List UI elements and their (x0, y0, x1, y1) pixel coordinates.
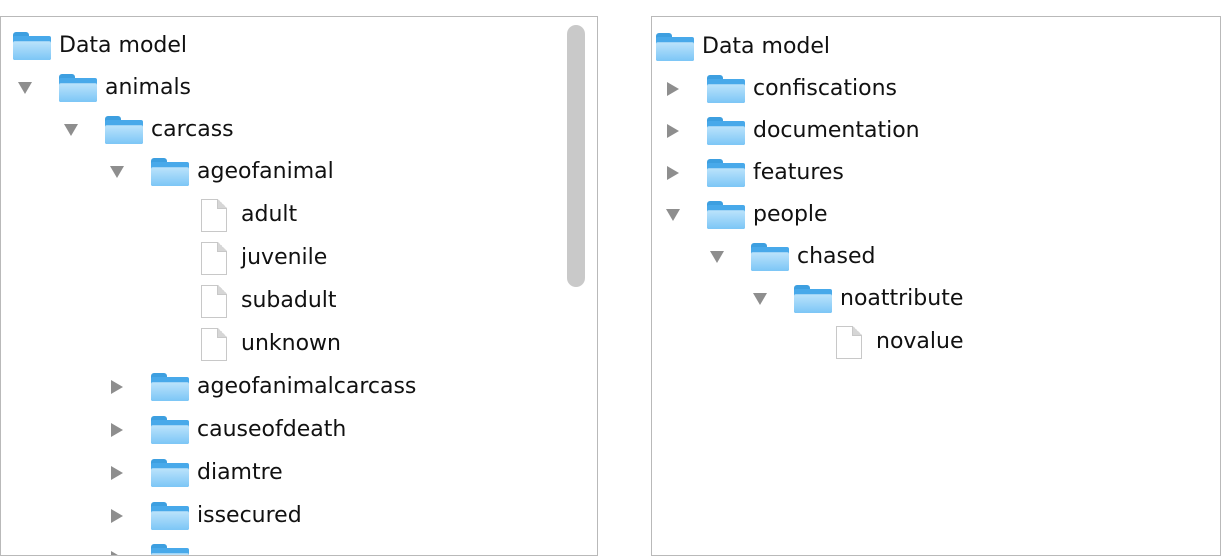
file-icon (201, 327, 227, 361)
tree-node-partial[interactable] (109, 538, 197, 555)
file-icon (201, 284, 227, 318)
triangle-right-icon[interactable] (665, 81, 681, 97)
folder-icon (151, 459, 189, 487)
node-label: issecured (197, 503, 302, 528)
triangle-right-icon[interactable] (109, 508, 125, 524)
tree-node-root[interactable]: Data model (656, 27, 830, 67)
folder-icon (13, 32, 51, 60)
node-label: carcass (151, 117, 234, 142)
node-label: noattribute (840, 286, 964, 311)
node-label: animals (105, 75, 192, 100)
tree-node-features[interactable]: features (665, 153, 844, 193)
triangle-right-icon[interactable] (665, 165, 681, 181)
node-label: Data model (702, 34, 831, 59)
folder-icon (151, 416, 189, 444)
left-tree-panel: Data model animals carcass ageofanimal a… (0, 16, 598, 556)
triangle-right-icon[interactable] (109, 422, 125, 438)
node-label: novalue (876, 329, 964, 354)
node-label: Data model (59, 33, 188, 58)
node-label: people (753, 202, 828, 227)
triangle-down-icon[interactable] (63, 122, 79, 138)
folder-icon (707, 159, 745, 187)
tree-node-diamtre[interactable]: diamtre (109, 453, 283, 493)
tree-node-ageofanimal[interactable]: ageofanimal (109, 152, 334, 192)
node-label: chased (797, 244, 876, 269)
folder-icon (151, 158, 189, 186)
node-label: unknown (241, 331, 341, 356)
node-label: features (753, 160, 844, 185)
node-label: documentation (753, 118, 920, 143)
right-tree-panel: Data model confiscations documentation f… (651, 16, 1221, 556)
triangle-right-icon[interactable] (109, 465, 125, 481)
folder-icon (151, 502, 189, 530)
triangle-down-icon[interactable] (752, 291, 768, 307)
folder-icon (105, 116, 143, 144)
tree-node-noattribute[interactable]: noattribute (752, 279, 963, 319)
tree-node-issecured[interactable]: issecured (109, 496, 302, 536)
node-label: diamtre (197, 460, 283, 485)
triangle-right-icon[interactable] (109, 379, 125, 395)
node-label: confiscations (753, 76, 897, 101)
tree-node-root[interactable]: Data model (13, 26, 187, 66)
tree-node-animals[interactable]: animals (17, 68, 191, 108)
tree-leaf-unknown[interactable]: unknown (201, 324, 341, 364)
scrollbar-thumb[interactable] (567, 25, 585, 287)
tree-leaf-novalue[interactable]: novalue (836, 322, 964, 362)
tree-leaf-adult[interactable]: adult (201, 195, 297, 235)
tree-node-documentation[interactable]: documentation (665, 111, 920, 151)
triangle-right-icon[interactable] (109, 550, 125, 555)
file-icon (201, 241, 227, 275)
folder-icon (751, 243, 789, 271)
tree-node-ageofanimalcarcass[interactable]: ageofanimalcarcass (109, 367, 416, 407)
node-label: causeofdeath (197, 417, 347, 442)
node-label: subadult (241, 288, 337, 313)
triangle-down-icon[interactable] (665, 207, 681, 223)
file-icon (201, 198, 227, 232)
node-label: ageofanimalcarcass (197, 374, 417, 399)
folder-icon (794, 285, 832, 313)
triangle-down-icon[interactable] (17, 80, 33, 96)
triangle-down-icon[interactable] (709, 249, 725, 265)
triangle-right-icon[interactable] (665, 123, 681, 139)
folder-icon (656, 33, 694, 61)
folder-icon (707, 75, 745, 103)
node-label: ageofanimal (197, 159, 334, 184)
triangle-down-icon[interactable] (109, 164, 125, 180)
folder-icon (151, 544, 189, 555)
tree-node-chased[interactable]: chased (709, 237, 875, 277)
node-label: adult (241, 202, 298, 227)
tree-node-carcass[interactable]: carcass (63, 110, 234, 150)
tree-node-people[interactable]: people (665, 195, 828, 235)
tree-node-causeofdeath[interactable]: causeofdeath (109, 410, 346, 450)
file-icon (836, 325, 862, 359)
node-label: juvenile (241, 245, 328, 270)
folder-icon (707, 201, 745, 229)
tree-leaf-subadult[interactable]: subadult (201, 281, 337, 321)
tree-leaf-juvenile[interactable]: juvenile (201, 238, 327, 278)
folder-icon (707, 117, 745, 145)
folder-icon (59, 74, 97, 102)
tree-node-confiscations[interactable]: confiscations (665, 69, 897, 109)
folder-icon (151, 373, 189, 401)
